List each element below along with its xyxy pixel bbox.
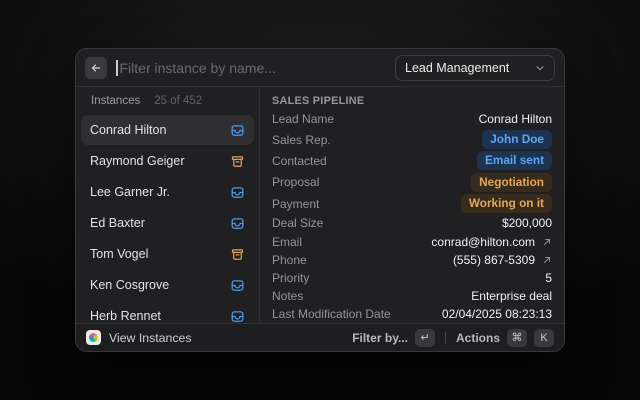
detail-row-lead-name: Lead Name Conrad Hilton [272, 110, 552, 129]
status-badge: John Doe [482, 130, 552, 149]
footer-bar: View Instances Filter by... ↵ Actions ⌘ … [76, 323, 564, 351]
list-item-ken-cosgrove[interactable]: Ken Cosgrove [81, 270, 254, 300]
k-key-icon: K [534, 329, 554, 347]
detail-row-email: Email conrad@hilton.com [272, 232, 552, 250]
command-palette-window: Lead Management Instances 25 of 452 Conr… [75, 48, 565, 352]
command-title: View Instances [109, 331, 191, 345]
search-field-wrap [116, 60, 386, 76]
detail-row-proposal: Proposal Negotiation [272, 172, 552, 193]
external-link-icon [542, 255, 552, 265]
external-link-icon [542, 237, 552, 247]
detail-row-priority: Priority 5 [272, 269, 552, 287]
detail-panel: SALES PIPELINE Lead Name Conrad Hilton S… [260, 87, 564, 323]
list-item-tom-vogel[interactable]: Tom Vogel [81, 239, 254, 269]
top-bar: Lead Management [76, 49, 564, 87]
dropdown-value: Lead Management [405, 61, 509, 75]
detail-row-last-modification-date: Last Modification Date 02/04/2025 08:23:… [272, 305, 552, 323]
inbox-icon [230, 123, 245, 138]
window-body: Instances 25 of 452 Conrad Hilton Raymon… [76, 87, 564, 323]
list-item-label: Lee Garner Jr. [90, 185, 170, 199]
instances-list-panel: Instances 25 of 452 Conrad Hilton Raymon… [76, 87, 260, 323]
archive-box-icon [230, 247, 245, 262]
footer-actions: Filter by... ↵ Actions ⌘ K [352, 329, 554, 347]
search-input[interactable] [120, 60, 387, 76]
inbox-icon [230, 185, 245, 200]
detail-row-notes: Notes Enterprise deal [272, 287, 552, 305]
desktop-background: Lead Management Instances 25 of 452 Conr… [0, 0, 640, 400]
board-dropdown[interactable]: Lead Management [395, 55, 555, 81]
list-title: Instances [91, 95, 140, 107]
detail-row-contacted: Contacted Email sent [272, 150, 552, 171]
inbox-icon [230, 216, 245, 231]
inbox-icon [230, 309, 245, 324]
archive-box-icon [230, 154, 245, 169]
list-item-label: Ed Baxter [90, 216, 145, 230]
list-item-label: Conrad Hilton [90, 123, 166, 137]
inbox-icon [230, 278, 245, 293]
list-item-raymond-geiger[interactable]: Raymond Geiger [81, 146, 254, 176]
list-item-label: Herb Rennet [90, 309, 161, 323]
filter-by-button[interactable]: Filter by... ↵ [352, 329, 435, 347]
list-item-label: Raymond Geiger [90, 154, 185, 168]
detail-row-deal-size: Deal Size $200,000 [272, 214, 552, 232]
phone-link[interactable]: (555) 867-5309 [453, 253, 552, 267]
list-item-ed-baxter[interactable]: Ed Baxter [81, 208, 254, 238]
monday-app-icon [86, 330, 101, 345]
back-arrow-icon [90, 62, 102, 74]
cmd-key-icon: ⌘ [507, 329, 527, 347]
list-item-label: Tom Vogel [90, 247, 148, 261]
enter-key-icon: ↵ [415, 329, 435, 347]
chevron-down-icon [535, 63, 545, 73]
status-badge: Working on it [461, 194, 552, 213]
section-title: SALES PIPELINE [272, 93, 552, 110]
status-badge: Negotiation [471, 173, 552, 192]
email-link[interactable]: conrad@hilton.com [431, 235, 552, 249]
list-item-lee-garner-jr[interactable]: Lee Garner Jr. [81, 177, 254, 207]
list-count: 25 of 452 [154, 95, 202, 107]
detail-row-payment: Payment Working on it [272, 193, 552, 214]
back-button[interactable] [85, 57, 107, 79]
detail-row-phone: Phone (555) 867-5309 [272, 251, 552, 269]
text-caret [116, 60, 118, 76]
status-badge: Email sent [477, 151, 552, 170]
list-header: Instances 25 of 452 [81, 94, 254, 115]
footer-separator [445, 332, 446, 344]
list-item-conrad-hilton[interactable]: Conrad Hilton [81, 115, 254, 145]
list-item-label: Ken Cosgrove [90, 278, 169, 292]
actions-button[interactable]: Actions ⌘ K [456, 329, 554, 347]
detail-row-sales-rep: Sales Rep. John Doe [272, 129, 552, 150]
